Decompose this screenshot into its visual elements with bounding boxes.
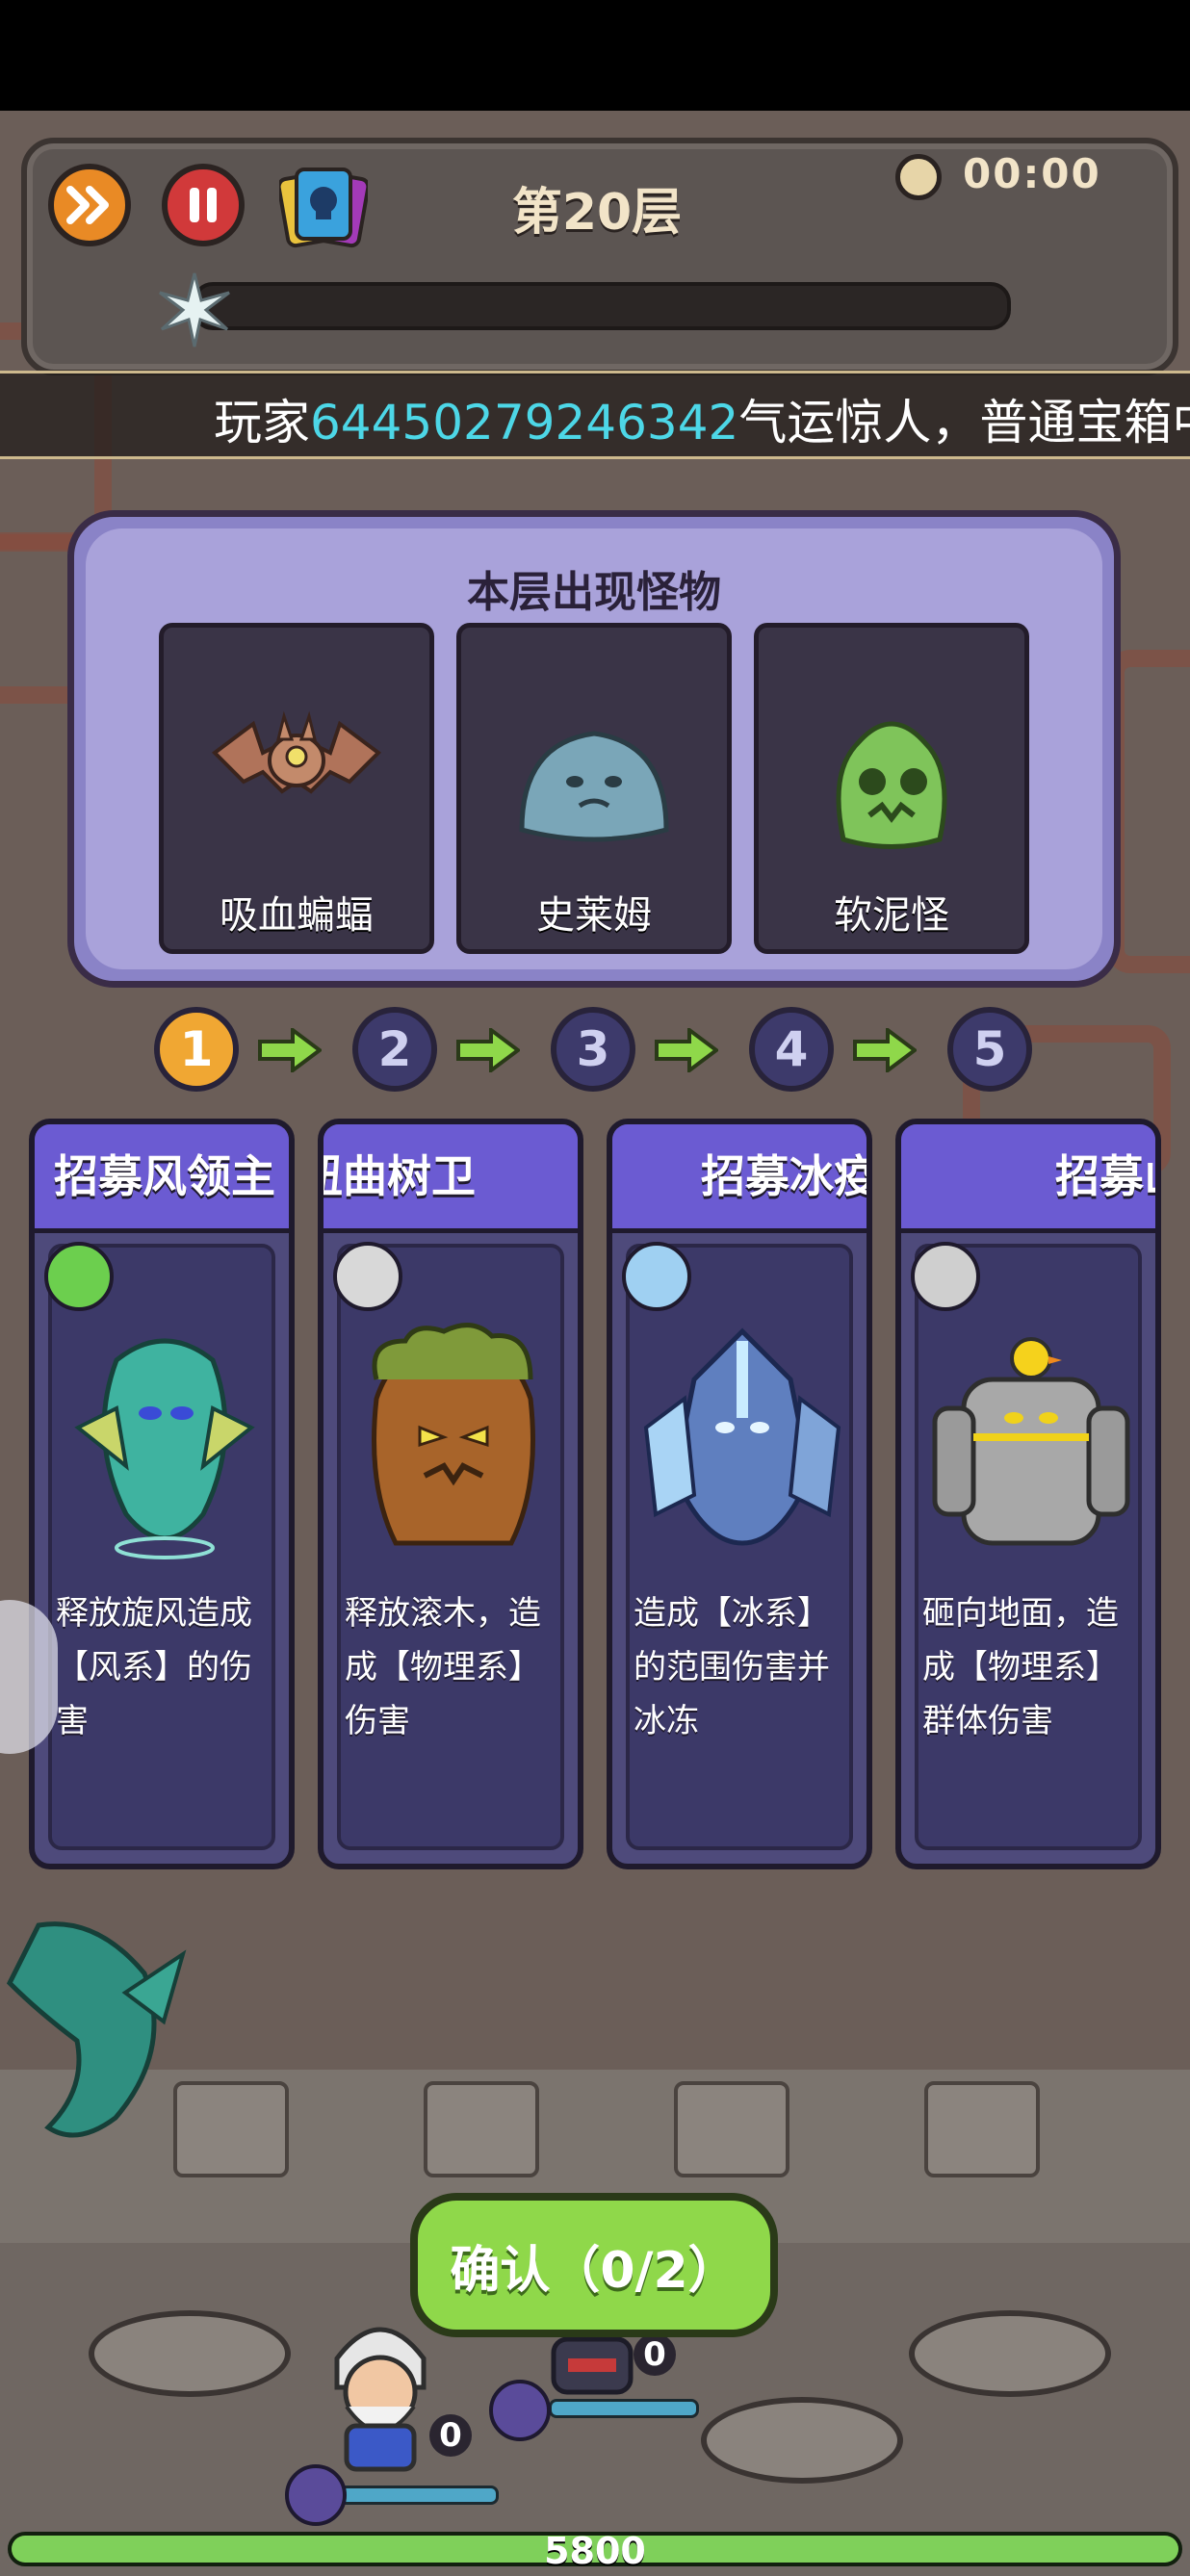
bat-icon: [211, 710, 382, 794]
rock-element-icon: [911, 1242, 980, 1311]
knight-hero-unit[interactable]: [539, 2330, 645, 2397]
unit-health-bar: [339, 2486, 499, 2505]
physical-element-icon: [333, 1242, 402, 1311]
floor-monster-panel: 本层出现怪物 吸血蝙蝠 史莱姆 软泥怪: [67, 510, 1121, 988]
pause-icon: [190, 188, 217, 222]
hero-card[interactable]: 扭曲树卫 释放滚木，造成【物理系】伤害: [318, 1119, 583, 1869]
floor-title: 第20层: [511, 184, 683, 242]
card-deck-button[interactable]: [279, 166, 368, 248]
rock-golem-hero-art: [932, 1337, 1130, 1546]
announcement-prefix: 玩家: [214, 395, 310, 451]
hero-card-description: 释放旋风造成【风系】的伤害: [56, 1594, 252, 1740]
slime-icon: [519, 731, 669, 842]
hero-card[interactable]: 招募冰疫 造成【冰系】的范围伤害并冰冻: [607, 1119, 872, 1869]
wind-lord-hero-art: [74, 1338, 255, 1559]
announcement-text: 玩家64450279246342气运惊人，普通宝箱中: [214, 384, 1190, 453]
unit-pedestal[interactable]: [909, 2310, 1111, 2397]
hero-card-description: 造成【冰系】的范围伤害并冰冻: [634, 1594, 830, 1740]
wind-dragon-ally-art: [6, 1921, 187, 2138]
arrow-right-icon: [853, 1028, 917, 1072]
ice-plague-hero-art: [643, 1327, 841, 1546]
unit-health-bar: [549, 2399, 699, 2418]
base-hp-text: 5800: [544, 2530, 646, 2572]
hero-card-title: 扭曲树卫: [323, 1150, 476, 1202]
announcement-banner: 玩家64450279246342气运惊人，普通宝箱中: [0, 371, 1190, 459]
spark-icon: [159, 272, 230, 348]
wall-block: [674, 2081, 789, 2177]
hero-card-header: 招募冰疫: [612, 1124, 867, 1233]
confirm-button[interactable]: 确认（0/2）: [410, 2193, 778, 2337]
hero-card-header: 招募风领主: [35, 1124, 289, 1233]
timer-text: 00:00: [963, 150, 1101, 197]
clock-icon: [895, 154, 942, 200]
fast-forward-icon: [66, 186, 109, 224]
fast-forward-button[interactable]: [48, 164, 131, 246]
stage-3: 3: [551, 1007, 635, 1092]
hero-card-header: 扭曲树卫: [323, 1124, 578, 1233]
unit-pedestal[interactable]: [701, 2397, 903, 2484]
hero-card-title: 招募风领主: [54, 1150, 275, 1202]
monster-slot[interactable]: 史莱姆: [456, 623, 732, 954]
monster-name: 史莱姆: [536, 893, 652, 938]
unit-count: 0: [634, 2333, 676, 2376]
unit-pedestal[interactable]: [89, 2310, 291, 2397]
stage-1: 1: [154, 1007, 239, 1092]
monster-name: 软泥怪: [834, 893, 949, 938]
wind-element-icon: [44, 1242, 114, 1311]
unit-count: 0: [429, 2414, 472, 2457]
arrow-right-icon: [258, 1028, 322, 1072]
stage-5: 5: [947, 1007, 1032, 1092]
floor-progress-bar: [193, 282, 1011, 330]
monster-name: 吸血蝙蝠: [220, 893, 374, 938]
ooze-icon: [836, 721, 947, 849]
hero-card-title: 招募山: [1055, 1150, 1155, 1202]
monster-slot[interactable]: 吸血蝙蝠: [159, 623, 434, 954]
hero-card[interactable]: 招募风领主 释放旋风造成【风系】的伤害: [29, 1119, 295, 1869]
hero-card-header: 招募山: [901, 1124, 1155, 1233]
tree-guard-hero-art: [372, 1323, 535, 1546]
announcement-suffix: 气运惊人，普通宝箱中: [738, 395, 1190, 451]
monster-slot[interactable]: 软泥怪: [754, 623, 1029, 954]
arrow-right-icon: [655, 1028, 718, 1072]
pause-button[interactable]: [162, 164, 245, 246]
arrow-right-icon: [456, 1028, 520, 1072]
monster-panel-title: 本层出现怪物: [467, 568, 721, 617]
announcement-player-id: 64450279246342: [310, 395, 739, 451]
stage-4: 4: [749, 1007, 834, 1092]
side-menu-handle[interactable]: [0, 1600, 58, 1754]
ice-element-icon: [622, 1242, 691, 1311]
wall-block: [924, 2081, 1040, 2177]
hero-card-description: 砸向地面，造成【物理系】群体伤害: [922, 1594, 1119, 1740]
staff-skill-icon[interactable]: [285, 2464, 347, 2526]
hero-card[interactable]: 招募山 砸向地面，造成【物理系】群体伤害: [895, 1119, 1161, 1869]
hero-card-description: 释放滚木，造成【物理系】伤害: [345, 1594, 541, 1740]
wall-block: [424, 2081, 539, 2177]
spear-skill-icon[interactable]: [489, 2380, 551, 2441]
stage-2: 2: [352, 1007, 437, 1092]
hero-card-title: 招募冰疫: [701, 1150, 867, 1202]
